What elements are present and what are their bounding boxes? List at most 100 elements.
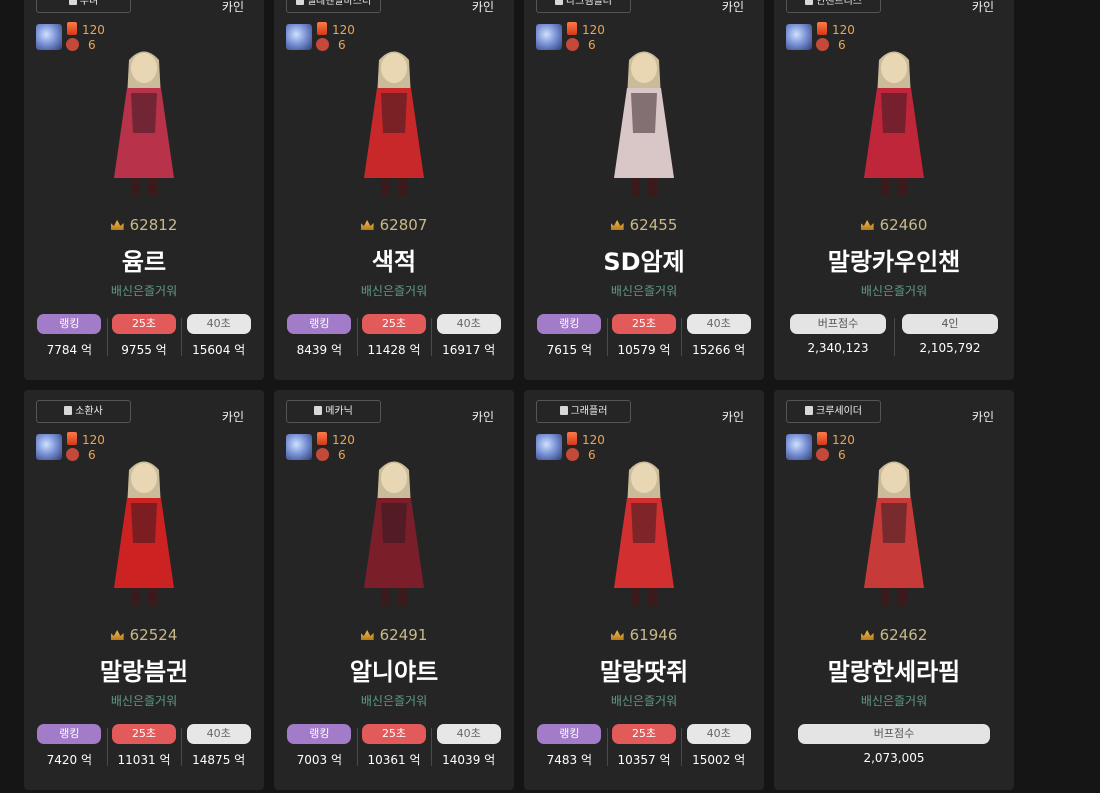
stat-label-pill[interactable]: 랭킹: [37, 314, 102, 334]
character-card[interactable]: 무녀 카인 120 6 62812 윰르 배신은즐거워 랭킹 7784 억 25…: [24, 0, 264, 380]
job-label: 무녀: [79, 0, 99, 7]
server-label: 카인: [971, 410, 994, 424]
stat-label-pill[interactable]: 40초: [186, 724, 251, 744]
job-label: 소환사: [75, 406, 103, 417]
stat-label-pill[interactable]: 25초: [112, 314, 176, 334]
job-label: 그래플러: [570, 406, 608, 417]
stat-column: 25초 9755 억: [106, 314, 182, 364]
level-badge-icon: [67, 432, 77, 445]
crown-icon: [360, 220, 374, 230]
stat-label-pill[interactable]: 버프점수: [798, 724, 990, 744]
job-tag: 그래플러: [536, 400, 631, 423]
character-name[interactable]: 말랑븜귄: [24, 652, 264, 687]
job-label: 인챈트리스: [816, 0, 862, 7]
guild-name[interactable]: 배신은즐거워: [774, 282, 1014, 299]
character-card[interactable]: 크루세이더 카인 120 6 62462 말랑한세라핌 배신은즐거워 버프점수 …: [774, 390, 1014, 790]
character-card[interactable]: 엘레멘탈마스터 카인 120 6 62807 색적 배신은즐거워 랭킹 8439…: [274, 0, 514, 380]
stat-column: 40초 16917 억: [431, 314, 506, 364]
character-name[interactable]: 말랑한세라핌: [774, 652, 1014, 687]
fame-score: 62524: [24, 626, 264, 644]
fame-value: 62455: [629, 216, 678, 234]
stat-value: 7003 억: [296, 753, 343, 767]
stat-label-pill[interactable]: 랭킹: [37, 724, 102, 744]
job-label: 엘레멘탈마스터: [306, 0, 372, 7]
character-sprite: [614, 461, 674, 606]
level-value: 120: [582, 23, 605, 37]
crown-icon: [860, 630, 874, 640]
stat-column: 25초 11428 억: [356, 314, 432, 364]
stat-label-pill[interactable]: 랭킹: [287, 314, 352, 334]
stat-column: 25초 10579 억: [606, 314, 682, 364]
guild-name[interactable]: 배신은즐거워: [274, 282, 514, 299]
stats-row: 랭킹 7615 억 25초 10579 억 40초 15266 억: [532, 314, 756, 364]
stat-label-pill[interactable]: 25초: [112, 724, 176, 744]
fame-value: 62491: [379, 626, 428, 644]
stat-value: 15604 억: [192, 343, 246, 357]
stat-value: 2,340,123: [807, 341, 869, 355]
stat-label-pill[interactable]: 25초: [612, 724, 676, 744]
crown-icon: [860, 220, 874, 230]
level-badge-icon: [317, 432, 327, 445]
stat-value: 11428 억: [367, 343, 421, 357]
stat-value: 14039 억: [442, 753, 496, 767]
stat-value: 7420 억: [46, 753, 93, 767]
character-name[interactable]: 말랑땃쥐: [524, 652, 764, 687]
job-tag: 소환사: [36, 400, 131, 423]
server-label: 카인: [221, 410, 244, 424]
character-avatar-icon: [286, 24, 312, 50]
character-name[interactable]: 말랑카우인챈: [774, 242, 1014, 277]
level-value: 120: [82, 23, 105, 37]
stat-value: 9755 억: [121, 343, 167, 357]
character-card[interactable]: 그래플러 카인 120 6 61946 말랑땃쥐 배신은즐거워 랭킹 7483 …: [524, 390, 764, 790]
character-avatar-icon: [36, 24, 62, 50]
job-tag: 인챈트리스: [786, 0, 881, 13]
character-card[interactable]: 다크템플러 카인 120 6 62455 SD암제 배신은즐거워 랭킹 7615…: [524, 0, 764, 380]
stat-label-pill[interactable]: 40초: [436, 724, 501, 744]
character-card[interactable]: 인챈트리스 카인 120 6 62460 말랑카우인챈 배신은즐거워 버프점수 …: [774, 0, 1014, 380]
book-icon: [295, 0, 304, 5]
level-value: 120: [582, 433, 605, 447]
fame-score: 61946: [524, 626, 764, 644]
stat-label-pill[interactable]: 버프점수: [790, 314, 886, 334]
stat-label-pill[interactable]: 40초: [186, 314, 251, 334]
stat-value: 7784 억: [46, 343, 93, 357]
book-icon: [805, 406, 813, 415]
server-label: 카인: [721, 0, 744, 14]
crown-icon: [110, 630, 124, 640]
guild-name[interactable]: 배신은즐거워: [524, 692, 764, 709]
character-card[interactable]: 소환사 카인 120 6 62524 말랑븜귄 배신은즐거워 랭킹 7420 억…: [24, 390, 264, 790]
stat-label-pill[interactable]: 40초: [436, 314, 501, 334]
stat-column: 40초 14875 억: [181, 724, 256, 774]
stat-value: 10579 억: [617, 343, 671, 357]
stat-label-pill[interactable]: 랭킹: [287, 724, 352, 744]
character-name[interactable]: SD암제: [524, 242, 764, 277]
character-avatar-icon: [536, 24, 562, 50]
character-name[interactable]: 윰르: [24, 242, 264, 277]
guild-name[interactable]: 배신은즐거워: [524, 282, 764, 299]
stat-label-pill[interactable]: 랭킹: [537, 724, 602, 744]
stat-label-pill[interactable]: 4인: [902, 314, 998, 334]
stat-label-pill[interactable]: 랭킹: [537, 314, 602, 334]
stat-label-pill[interactable]: 40초: [686, 724, 751, 744]
stat-label-pill[interactable]: 25초: [362, 724, 426, 744]
character-name[interactable]: 색적: [274, 242, 514, 277]
character-name[interactable]: 알니야트: [274, 652, 514, 687]
crown-icon: [610, 630, 624, 640]
character-avatar-icon: [36, 434, 62, 460]
stat-label-pill[interactable]: 25초: [612, 314, 676, 334]
job-label: 다크템플러: [566, 0, 612, 7]
guild-name[interactable]: 배신은즐거워: [274, 692, 514, 709]
stat-value: 7483 억: [546, 753, 593, 767]
guild-name[interactable]: 배신은즐거워: [24, 282, 264, 299]
job-tag: 메카닉: [286, 400, 381, 423]
book-icon: [559, 406, 568, 415]
character-card[interactable]: 메카닉 카인 120 6 62491 알니야트 배신은즐거워 랭킹 7003 억…: [274, 390, 514, 790]
level-value: 120: [832, 23, 855, 37]
stat-label-pill[interactable]: 25초: [362, 314, 426, 334]
crown-icon: [610, 220, 624, 230]
guild-name[interactable]: 배신은즐거워: [774, 692, 1014, 709]
guild-name[interactable]: 배신은즐거워: [24, 692, 264, 709]
stat-column: 25초 11031 억: [106, 724, 182, 774]
stat-label-pill[interactable]: 40초: [686, 314, 751, 334]
character-avatar-icon: [286, 434, 312, 460]
